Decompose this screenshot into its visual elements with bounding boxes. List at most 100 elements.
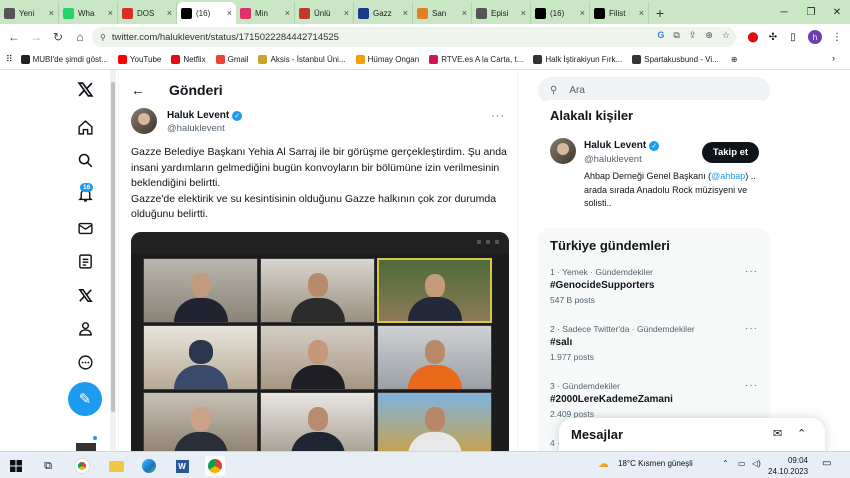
bookmark-item[interactable]: Halk İştirakiyun Fırk... bbox=[533, 55, 622, 64]
account-avatar[interactable] bbox=[76, 443, 96, 451]
edge-icon[interactable] bbox=[139, 456, 159, 476]
trend-name: #2000LereKademeZamani bbox=[550, 394, 673, 405]
back-arrow-icon[interactable]: ← bbox=[131, 82, 145, 98]
more-options-icon[interactable] bbox=[72, 349, 98, 375]
bookmark-item[interactable]: Spartakusbund - Vi... bbox=[632, 55, 719, 64]
bookmark-item[interactable]: YouTube bbox=[117, 55, 161, 64]
browser-tab[interactable]: Ünlü × bbox=[295, 2, 354, 24]
network-icon[interactable]: ▭ bbox=[738, 459, 746, 468]
compose-post-button[interactable]: ✎ bbox=[68, 382, 102, 416]
weather-icon[interactable]: ☁ bbox=[598, 457, 609, 470]
file-explorer-icon[interactable] bbox=[106, 456, 126, 476]
tab-favicon-icon bbox=[181, 7, 192, 19]
translate-icon[interactable]: ⊕ bbox=[705, 30, 713, 41]
home-icon[interactable]: ⌂ bbox=[69, 26, 91, 48]
bookmarks-overflow-icon[interactable]: › bbox=[832, 53, 835, 63]
tab-close-icon[interactable]: × bbox=[580, 8, 585, 18]
chrome-taskbar-icon[interactable] bbox=[72, 456, 92, 476]
apps-grid-icon[interactable]: ⠿ bbox=[6, 54, 13, 65]
premium-x-icon[interactable] bbox=[72, 282, 98, 308]
extensions-icon[interactable]: ✣ bbox=[764, 28, 782, 46]
side-panel-icon[interactable]: ▯ bbox=[784, 28, 802, 46]
post-more-options-icon[interactable]: ··· bbox=[491, 110, 505, 122]
adblock-extension-icon[interactable]: ⬤ bbox=[744, 28, 762, 46]
notification-center-icon[interactable]: ▭ bbox=[822, 458, 831, 469]
follow-button[interactable]: Takip et bbox=[702, 142, 759, 163]
browser-tab[interactable]: Yeni × bbox=[0, 2, 59, 24]
bio-link[interactable]: @ahbap bbox=[711, 171, 745, 181]
home-icon[interactable] bbox=[72, 114, 98, 140]
x-logo-icon[interactable] bbox=[72, 76, 98, 102]
address-bar[interactable]: ⚲ twitter.com/haluklevent/status/1715022… bbox=[92, 27, 736, 47]
install-app-icon[interactable]: ⧉ bbox=[673, 30, 679, 41]
tab-close-icon[interactable]: × bbox=[403, 8, 408, 18]
expand-drawer-icon[interactable]: ⌃ bbox=[797, 427, 806, 440]
author-avatar[interactable] bbox=[131, 108, 157, 134]
tray-chevron-icon[interactable]: ⌃ bbox=[722, 459, 729, 468]
browser-tab[interactable]: Gazz × bbox=[354, 2, 413, 24]
trend-item[interactable]: 1 · Yemek · Gündemdekiler #GenocideSuppor… bbox=[538, 261, 770, 318]
author-handle[interactable]: @haluklevent bbox=[167, 123, 225, 134]
trend-more-icon[interactable]: ··· bbox=[745, 266, 758, 277]
other-bookmarks-icon[interactable]: ⊕ bbox=[731, 55, 738, 64]
browser-tab[interactable]: Wha × bbox=[59, 2, 118, 24]
google-lens-icon[interactable]: G bbox=[657, 30, 664, 41]
new-tab-button[interactable]: + bbox=[649, 2, 671, 24]
bookmark-item[interactable]: RTVE.es A la Carta, t... bbox=[429, 55, 523, 64]
bookmark-item[interactable]: Hümay Ongan bbox=[355, 55, 419, 64]
tab-close-icon[interactable]: × bbox=[462, 8, 467, 18]
back-icon[interactable]: ← bbox=[3, 26, 25, 48]
messages-mail-icon[interactable] bbox=[72, 215, 98, 241]
bookmark-item[interactable]: Gmail bbox=[215, 55, 248, 64]
browser-tab[interactable]: San × bbox=[413, 2, 472, 24]
browser-tab[interactable]: Filist × bbox=[590, 2, 649, 24]
minimize-button[interactable]: ─ bbox=[769, 0, 799, 24]
related-name[interactable]: Haluk Levent ✓ bbox=[584, 140, 660, 151]
related-avatar[interactable] bbox=[550, 138, 576, 164]
forward-icon[interactable]: → bbox=[25, 26, 47, 48]
volume-icon[interactable]: ◁) bbox=[752, 459, 761, 468]
tab-close-icon[interactable]: × bbox=[521, 8, 526, 18]
profile-icon[interactable] bbox=[72, 315, 98, 341]
bookmark-item[interactable]: MUBI'de şimdi göst... bbox=[20, 55, 108, 64]
tab-close-icon[interactable]: × bbox=[49, 8, 54, 18]
trend-more-icon[interactable]: ··· bbox=[745, 380, 758, 391]
bookmark-label: RTVE.es A la Carta, t... bbox=[441, 55, 524, 64]
post-media-image[interactable] bbox=[131, 232, 509, 451]
new-message-icon[interactable]: ✉ bbox=[773, 427, 782, 440]
author-name[interactable]: Haluk Levent ✓ bbox=[167, 110, 243, 121]
browser-tab[interactable]: (16) × bbox=[177, 2, 236, 24]
lists-icon[interactable] bbox=[72, 248, 98, 274]
chrome-profile-taskbar-icon[interactable] bbox=[205, 456, 225, 476]
share-icon[interactable]: ⇪ bbox=[689, 30, 697, 41]
tab-close-icon[interactable]: × bbox=[344, 8, 349, 18]
trend-more-icon[interactable]: ··· bbox=[745, 323, 758, 334]
word-icon[interactable]: W bbox=[172, 456, 192, 476]
profile-avatar[interactable]: h bbox=[806, 28, 824, 46]
bookmark-item[interactable]: Aksis - İstanbul Üni... bbox=[258, 55, 346, 64]
browser-tab[interactable]: DOS × bbox=[118, 2, 177, 24]
tab-close-icon[interactable]: × bbox=[167, 8, 172, 18]
reload-icon[interactable]: ↻ bbox=[47, 26, 69, 48]
scrollbar-thumb[interactable] bbox=[111, 82, 115, 412]
browser-tab[interactable]: Episi × bbox=[472, 2, 531, 24]
close-window-button[interactable]: ✕ bbox=[822, 0, 850, 24]
task-view-icon[interactable]: ⧉ bbox=[38, 456, 58, 476]
bookmark-item[interactable]: Netflix bbox=[171, 55, 206, 64]
trend-item[interactable]: 2 · Sadece Twitter'da · Gündemdekiler #sa… bbox=[538, 318, 770, 375]
tab-close-icon[interactable]: × bbox=[639, 8, 644, 18]
browser-tab[interactable]: Min × bbox=[236, 2, 295, 24]
tab-close-icon[interactable]: × bbox=[227, 8, 232, 18]
site-info-icon[interactable]: ⚲ bbox=[100, 33, 106, 42]
explore-search-icon[interactable] bbox=[72, 147, 98, 173]
browser-menu-icon[interactable]: ⋮ bbox=[828, 28, 846, 46]
windows-start-icon[interactable] bbox=[6, 456, 26, 476]
taskbar-clock[interactable]: 09:04 24.10.2023 bbox=[768, 455, 808, 477]
messages-drawer[interactable]: Mesajlar ✉ ⌃ bbox=[559, 418, 825, 451]
weather-text[interactable]: 18°C Kısmen güneşli bbox=[618, 459, 693, 468]
browser-tab[interactable]: (16) × bbox=[531, 2, 590, 24]
tab-close-icon[interactable]: × bbox=[285, 8, 290, 18]
bookmark-star-icon[interactable]: ☆ bbox=[722, 30, 730, 41]
tab-close-icon[interactable]: × bbox=[108, 8, 113, 18]
related-handle[interactable]: @haluklevent bbox=[584, 154, 642, 165]
